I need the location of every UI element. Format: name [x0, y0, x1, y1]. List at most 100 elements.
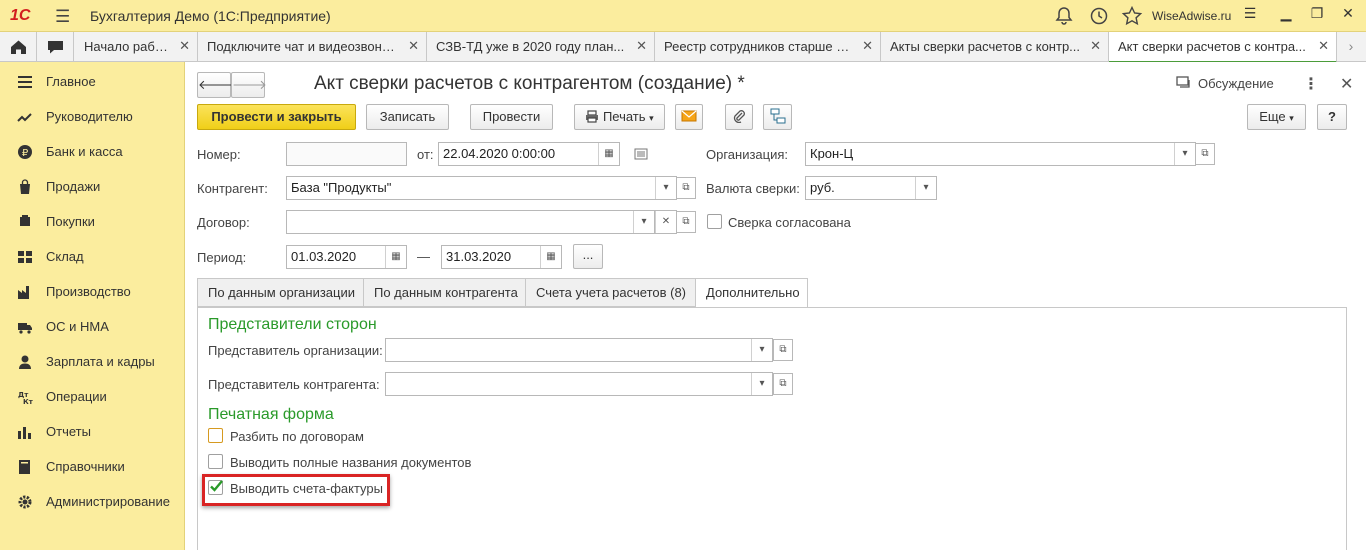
restore-icon[interactable]: ❐ — [1306, 5, 1328, 22]
email-button[interactable] — [675, 104, 703, 130]
tab-szv[interactable]: СЗВ-ТД уже в 2020 году план... ✕ — [427, 32, 655, 62]
close-icon[interactable]: ✕ — [179, 38, 190, 54]
sidebar-item-sales[interactable]: Продажи — [0, 172, 185, 202]
close-form-icon[interactable]: ✕ — [1340, 74, 1353, 94]
sidebar-item-catalogs[interactable]: Справочники — [0, 452, 185, 482]
post-button[interactable]: Провести — [470, 104, 553, 130]
contractor-label: Контрагент: — [197, 181, 268, 196]
back-button[interactable]: 🡐 — [197, 72, 233, 98]
period-select-button[interactable]: ... — [573, 244, 603, 269]
org-representative-field[interactable]: ▾ — [385, 338, 773, 362]
more-actions-icon[interactable]: ⋮ — [1303, 74, 1319, 94]
calendar-icon[interactable]: ▦ — [540, 246, 561, 268]
dropdown-arrow-icon: ▾ — [1289, 113, 1294, 123]
sidebar-item-main[interactable]: Главное — [0, 67, 185, 97]
open-icon[interactable]: ⧉ — [1195, 143, 1215, 165]
dropdown-arrow-icon[interactable]: ▾ — [751, 339, 772, 361]
sidebar-item-purchases[interactable]: Покупки — [0, 207, 185, 237]
period-from-field[interactable]: 01.03.2020 ▦ — [286, 245, 407, 269]
close-window-icon[interactable]: ✕ — [1337, 5, 1359, 22]
printer-icon — [586, 110, 599, 123]
dropdown-arrow-icon[interactable]: ▾ — [1174, 143, 1195, 165]
tab-start[interactable]: Начало работы ✕ — [75, 32, 198, 62]
close-icon[interactable]: ✕ — [862, 38, 873, 54]
open-icon[interactable]: ⧉ — [773, 373, 793, 395]
sidebar-item-bank[interactable]: ₽ Банк и касса — [0, 137, 185, 167]
close-icon[interactable]: ✕ — [636, 38, 647, 54]
tab-org-data[interactable]: По данным организации — [197, 278, 364, 307]
contractor-representative-field[interactable]: ▾ — [385, 372, 773, 396]
sidebar-item-label: Зарплата и кадры — [46, 354, 155, 369]
tab-label: Акт сверки расчетов с контра... — [1118, 39, 1306, 54]
sidebar-item-admin[interactable]: Администрирование — [0, 487, 185, 517]
calendar-icon[interactable]: ▦ — [385, 246, 406, 268]
period-dash: — — [417, 249, 430, 264]
sidebar-item-salary[interactable]: Зарплата и кадры — [0, 347, 185, 377]
tab-acts-list[interactable]: Акты сверки расчетов с контр... ✕ — [881, 32, 1109, 62]
contract-field[interactable]: ▾ ✕ — [286, 210, 677, 234]
sidebar-item-operations[interactable]: Дт Кт Операции — [0, 382, 185, 412]
close-icon[interactable]: ✕ — [1090, 38, 1101, 54]
clear-icon[interactable]: ✕ — [655, 211, 676, 233]
dropdown-arrow-icon[interactable]: ▾ — [751, 373, 772, 395]
close-icon[interactable]: ✕ — [1318, 38, 1329, 54]
tab-accounts[interactable]: Счета учета расчетов (8) — [525, 278, 696, 307]
main-menu-icon[interactable]: ☰ — [55, 7, 70, 27]
split-by-contracts-checkbox[interactable] — [208, 428, 223, 443]
output-invoices-checkbox[interactable] — [208, 480, 223, 495]
reconciliation-agreed-checkbox[interactable] — [707, 214, 722, 229]
star-icon[interactable] — [1120, 4, 1144, 28]
open-icon[interactable]: ⧉ — [773, 339, 793, 361]
dropdown-arrow-icon[interactable]: ▾ — [915, 177, 936, 199]
organization-field[interactable]: Крон-Ц ▾ — [805, 142, 1196, 166]
menu-icon — [18, 76, 32, 88]
sidebar-item-warehouse[interactable]: Склад — [0, 242, 185, 272]
forward-button[interactable]: 🡒 — [231, 72, 267, 98]
more-button[interactable]: Еще ▾ — [1247, 104, 1306, 130]
currency-field[interactable]: руб. ▾ — [805, 176, 937, 200]
tab-registry[interactable]: Реестр сотрудников старше 6... ✕ — [655, 32, 881, 62]
help-button[interactable]: ? — [1317, 104, 1347, 130]
full-doc-names-label: Выводить полные названия документов — [230, 455, 472, 470]
attach-button[interactable] — [725, 104, 753, 130]
save-button[interactable]: Записать — [366, 104, 449, 130]
open-icon[interactable]: ⧉ — [676, 177, 696, 199]
close-icon[interactable]: ✕ — [408, 38, 419, 54]
settings-menu-icon[interactable]: ☰ — [1239, 5, 1261, 22]
sidebar-item-manager[interactable]: Руководителю — [0, 102, 185, 132]
open-icon[interactable]: ⧉ — [676, 211, 696, 233]
sidebar-item-label: Справочники — [46, 459, 125, 474]
tab-contractor-data[interactable]: По данным контрагента — [363, 278, 526, 307]
sidebar-item-reports[interactable]: Отчеты — [0, 417, 185, 447]
date-field[interactable]: 22.04.2020 0:00:00 ▦ — [438, 142, 620, 166]
chat-button[interactable] — [37, 32, 74, 62]
contractor-field[interactable]: База "Продукты" ▾ — [286, 176, 677, 200]
discussion-button[interactable]: Обсуждение — [1176, 76, 1274, 91]
number-field[interactable] — [286, 142, 407, 166]
dropdown-arrow-icon[interactable]: ▾ — [655, 177, 676, 199]
tabs-scroll-icon[interactable]: › — [1336, 32, 1366, 62]
bell-icon[interactable] — [1052, 4, 1076, 28]
history-icon[interactable] — [1087, 4, 1111, 28]
cart-icon — [20, 215, 30, 226]
sidebar-item-production[interactable]: Производство — [0, 277, 185, 307]
sidebar-item-label: Продажи — [46, 179, 101, 194]
home-button[interactable] — [0, 32, 37, 62]
comment-icon[interactable] — [634, 148, 648, 160]
sidebar-item-label: Главное — [46, 74, 96, 89]
dropdown-arrow-icon[interactable]: ▾ — [633, 211, 655, 233]
minimize-icon[interactable]: ▁ — [1275, 5, 1297, 22]
tab-act-current[interactable]: Акт сверки расчетов с контра... ✕ — [1109, 32, 1337, 63]
sidebar-item-fixed-assets[interactable]: ОС и НМА — [0, 312, 185, 342]
print-label: Печать — [602, 109, 646, 124]
print-button[interactable]: Печать ▾ — [574, 104, 665, 130]
sidebar-item-label: Отчеты — [46, 424, 91, 439]
period-to-field[interactable]: 31.03.2020 ▦ — [441, 245, 562, 269]
post-and-close-button[interactable]: Провести и закрыть — [197, 104, 356, 130]
calendar-icon[interactable]: ▦ — [598, 143, 619, 165]
tab-additional[interactable]: Дополнительно — [695, 278, 808, 308]
structure-button[interactable] — [763, 104, 792, 130]
gear-icon — [18, 495, 32, 509]
full-doc-names-checkbox[interactable] — [208, 454, 223, 469]
tab-chat[interactable]: Подключите чат и видеозвонки... ✕ — [198, 32, 427, 62]
